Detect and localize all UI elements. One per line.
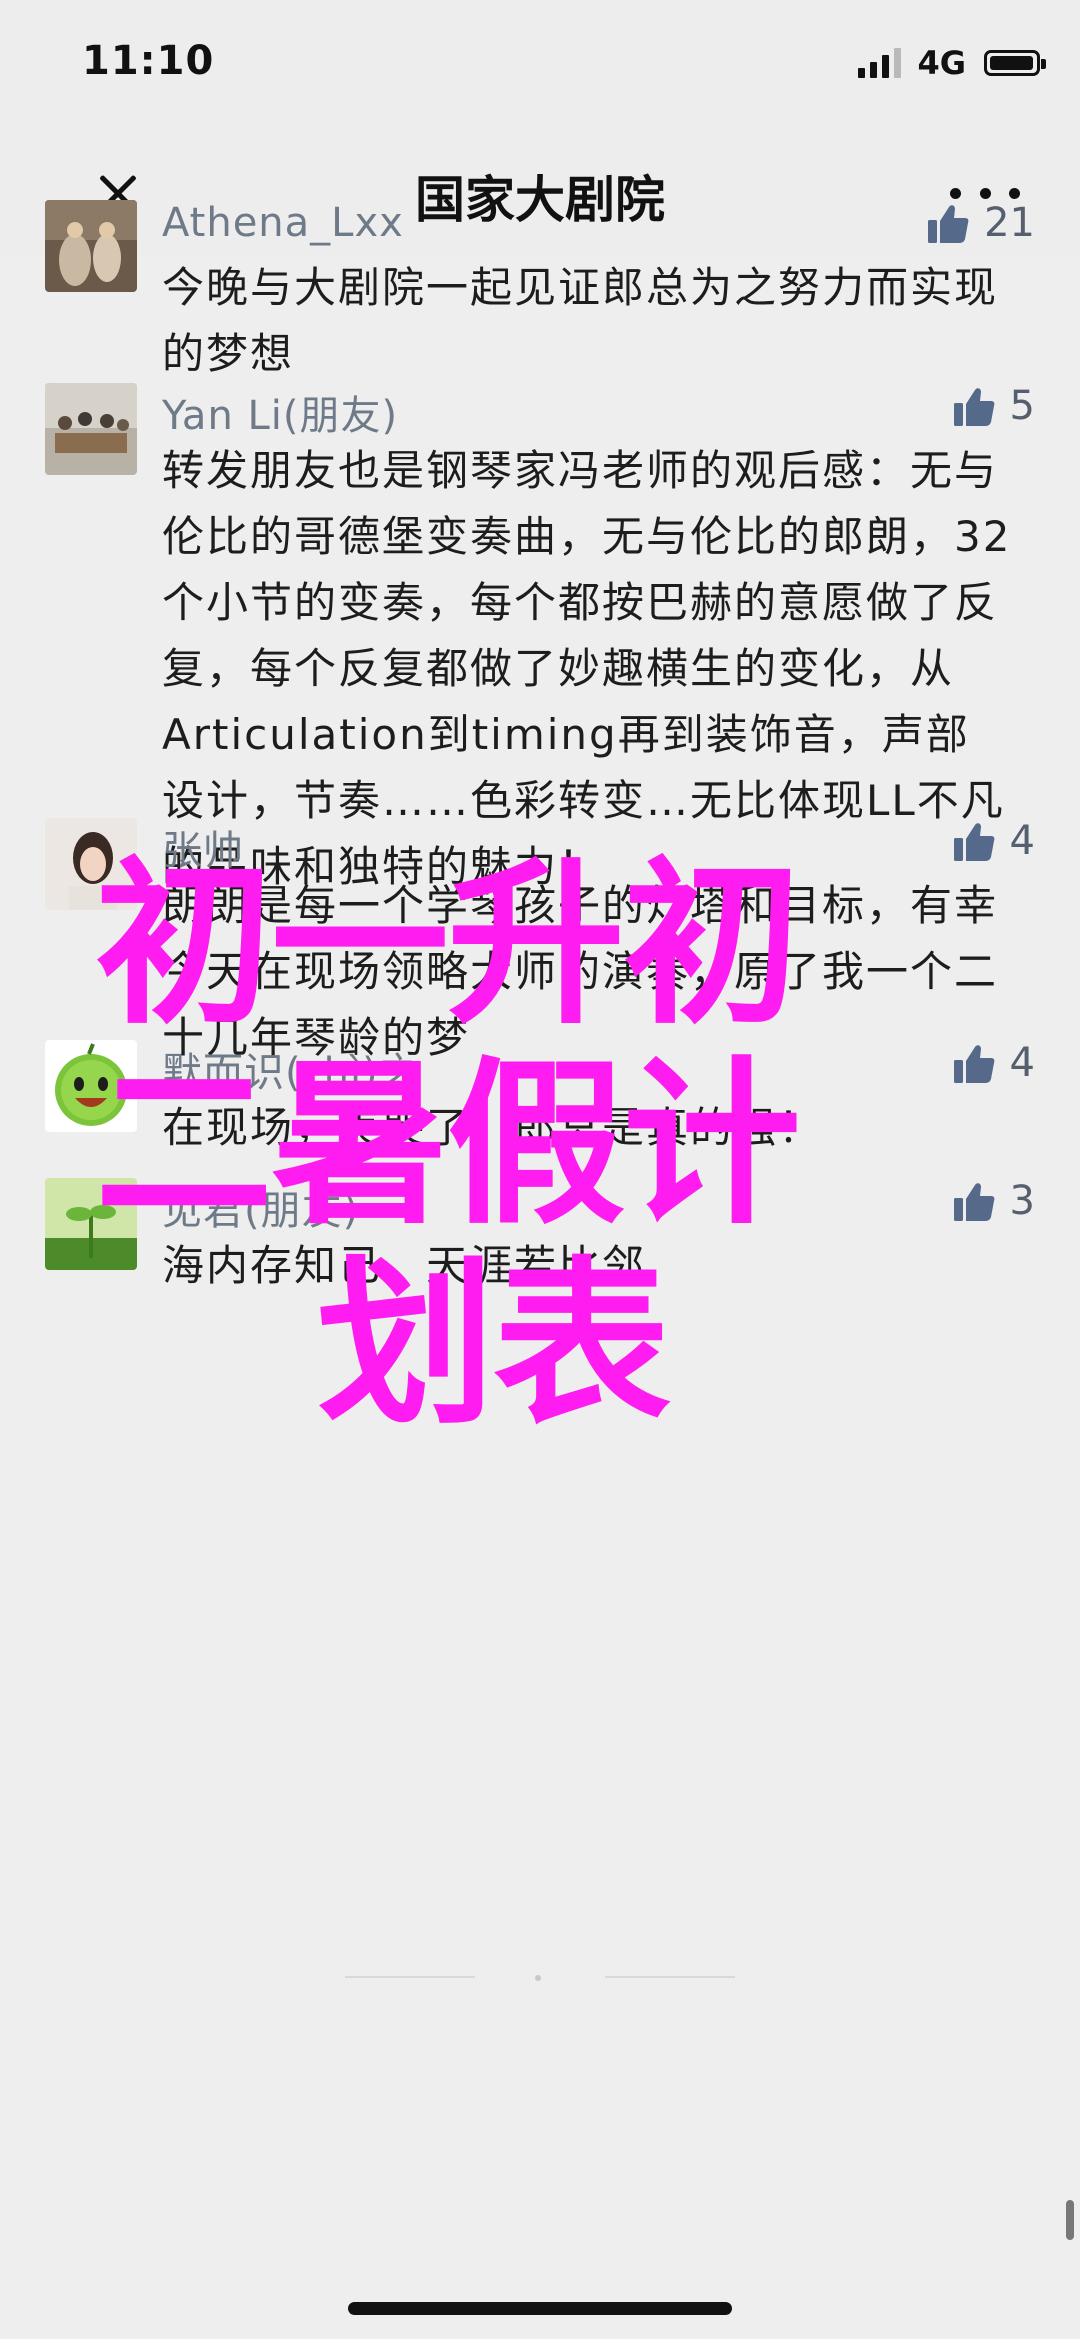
battery-icon [984, 50, 1046, 76]
thumbs-up-icon [928, 205, 969, 243]
status-bar: 11:10 4G [0, 0, 1080, 130]
comment-text: 在现场，美哭了，郎总是真的强！ [162, 1103, 823, 1152]
thumbs-up-icon [953, 1183, 994, 1221]
like-button[interactable]: 3 [952, 1178, 1035, 1224]
avatar[interactable] [45, 383, 137, 475]
status-indicators: 4G [858, 44, 1046, 82]
avatar[interactable] [45, 818, 137, 910]
comment-author[interactable]: Athena_Lxx [162, 200, 404, 246]
thumbs-up-icon [953, 1045, 994, 1083]
network-type: 4G [917, 44, 966, 82]
comment-author[interactable]: 见君(朋友) [162, 1178, 359, 1236]
avatar[interactable] [45, 1178, 137, 1270]
comment-author[interactable]: 默而识(zhì)之 [162, 1040, 420, 1098]
avatar[interactable] [45, 200, 137, 292]
like-count: 5 [1009, 383, 1035, 429]
like-button[interactable]: 5 [952, 383, 1035, 429]
home-indicator[interactable] [348, 2302, 732, 2315]
like-button[interactable]: 4 [952, 1040, 1035, 1086]
avatar[interactable] [45, 1040, 137, 1132]
like-count: 4 [1009, 818, 1035, 864]
comment-text: 转发朋友也是钢琴家冯老师的观后感：无与伦比的哥德堡变奏曲，无与伦比的郎朗，32个… [162, 446, 1012, 891]
thumbs-up-icon [953, 388, 994, 426]
signal-icon [858, 48, 902, 78]
comment-text: 今晚与大剧院一起见证郎总为之努力而实现的梦想 [162, 263, 999, 378]
like-count: 21 [984, 200, 1035, 246]
comment-author[interactable]: Yan Li(朋友) [162, 383, 398, 441]
status-time: 11:10 [82, 38, 215, 84]
scrollbar[interactable] [1066, 2200, 1074, 2240]
like-button[interactable]: 21 [926, 200, 1035, 246]
comment-text: 海内存知己，天涯若比邻 [162, 1241, 647, 1290]
comment-author[interactable]: 张帅 [162, 818, 244, 876]
end-divider [345, 1975, 735, 1981]
like-count: 3 [1009, 1178, 1035, 1224]
like-button[interactable]: 4 [952, 818, 1035, 864]
thumbs-up-icon [953, 823, 994, 861]
like-count: 4 [1009, 1040, 1035, 1086]
